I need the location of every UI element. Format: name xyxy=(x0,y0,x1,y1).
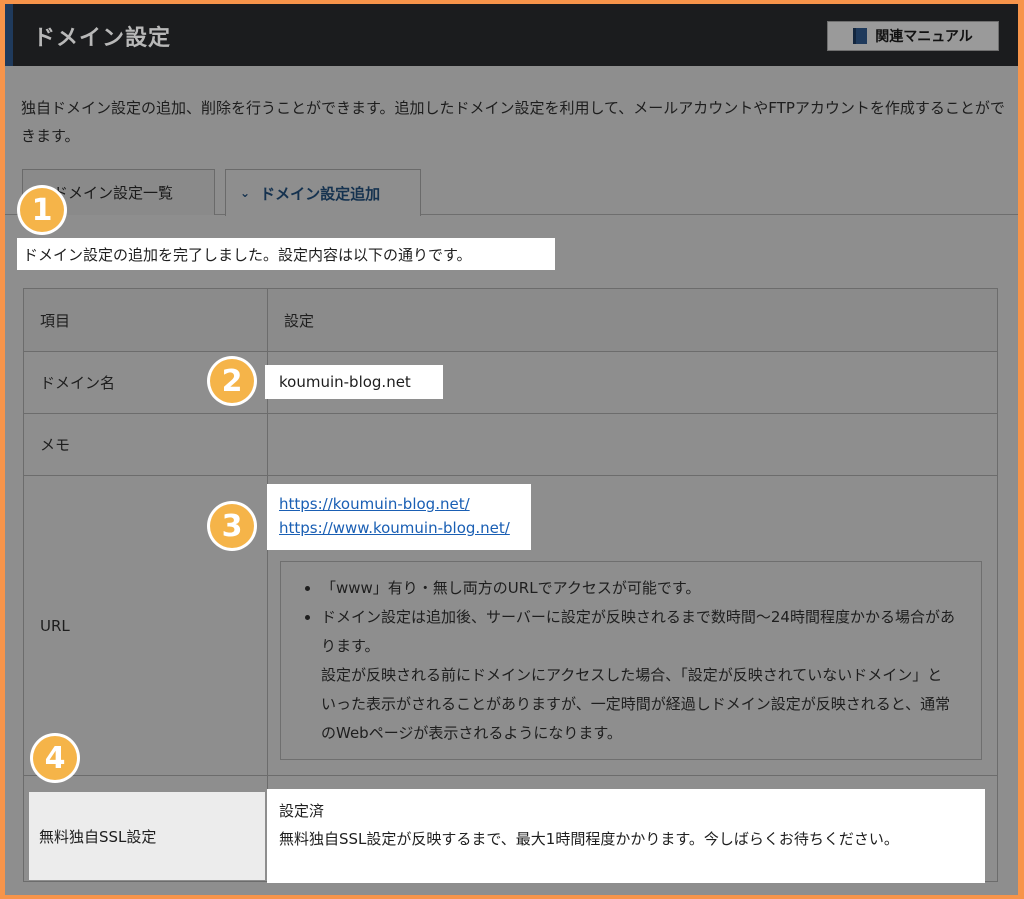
list-item: ドメイン設定は追加後、サーバーに設定が反映されるまで数時間～24時間程度かかる場… xyxy=(321,603,961,748)
page-title: ドメイン設定 xyxy=(33,26,172,51)
completion-message-text: ドメイン設定の追加を完了しました。設定内容は以下の通りです。 xyxy=(23,245,472,264)
domain-name-value: koumuin-blog.net xyxy=(265,365,443,399)
url-list: https://koumuin-blog.net/ https://www.ko… xyxy=(267,484,531,550)
ssl-detail: 無料独自SSL設定が反映するまで、最大1時間程度かかります。今しばらくお待ちくだ… xyxy=(279,830,899,848)
book-icon xyxy=(853,28,868,44)
table-row: メモ xyxy=(23,413,998,476)
completion-message: ドメイン設定の追加を完了しました。設定内容は以下の通りです。 xyxy=(17,238,555,270)
step-badge-3: 3 xyxy=(210,504,254,548)
page-header: ドメイン設定 関連マニュアル xyxy=(5,4,1018,66)
memo-label: メモ xyxy=(23,413,268,476)
tab-domain-list-label: ドメイン設定一覧 xyxy=(53,184,174,202)
step-badge-2: 2 xyxy=(210,359,254,403)
header-setting: 設定 xyxy=(267,288,998,352)
header-accent xyxy=(5,4,13,66)
url-note-box: 「www」有り・無し両方のURLでアクセスが可能です。 ドメイン設定は追加後、サ… xyxy=(280,561,982,760)
url-link-root[interactable]: https://koumuin-blog.net/ xyxy=(279,492,519,516)
ssl-status: 設定済 xyxy=(279,802,325,820)
chevron-down-icon: ⌄ xyxy=(240,186,251,200)
table-header-row: 項目 設定 xyxy=(23,288,998,352)
tab-domain-add[interactable]: ⌄ ドメイン設定追加 xyxy=(225,169,421,216)
memo-cell xyxy=(267,413,998,476)
header-item: 項目 xyxy=(23,288,268,352)
list-item: 「www」有り・無し両方のURLでアクセスが可能です。 xyxy=(321,574,961,603)
step-badge-4: 4 xyxy=(33,736,77,780)
ssl-setting-value: 設定済 無料独自SSL設定が反映するまで、最大1時間程度かかります。今しばらくお… xyxy=(267,789,985,883)
step-badge-1: 1 xyxy=(20,188,64,232)
domain-settings-panel: ドメイン設定 関連マニュアル 独自ドメイン設定の追加、削除を行うことができます。… xyxy=(5,4,1018,895)
note-text: 設定が反映される前にドメインにアクセスした場合、「設定が反映されていないドメイン… xyxy=(321,666,951,742)
intro-text: 独自ドメイン設定の追加、削除を行うことができます。追加したドメイン設定を利用して… xyxy=(21,99,1005,145)
related-manual-button[interactable]: 関連マニュアル xyxy=(827,21,999,51)
table-row: ドメイン名 xyxy=(23,351,998,414)
note-text: ドメイン設定は追加後、サーバーに設定が反映されるまで数時間～24時間程度かかる場… xyxy=(321,608,955,655)
tab-domain-add-label: ドメイン設定追加 xyxy=(260,184,381,203)
url-note-list: 「www」有り・無し両方のURLでアクセスが可能です。 ドメイン設定は追加後、サ… xyxy=(281,562,981,748)
related-manual-label: 関連マニュアル xyxy=(875,29,973,45)
url-link-www[interactable]: https://www.koumuin-blog.net/ xyxy=(279,516,519,540)
ssl-setting-label: 無料独自SSL設定 xyxy=(29,792,265,880)
